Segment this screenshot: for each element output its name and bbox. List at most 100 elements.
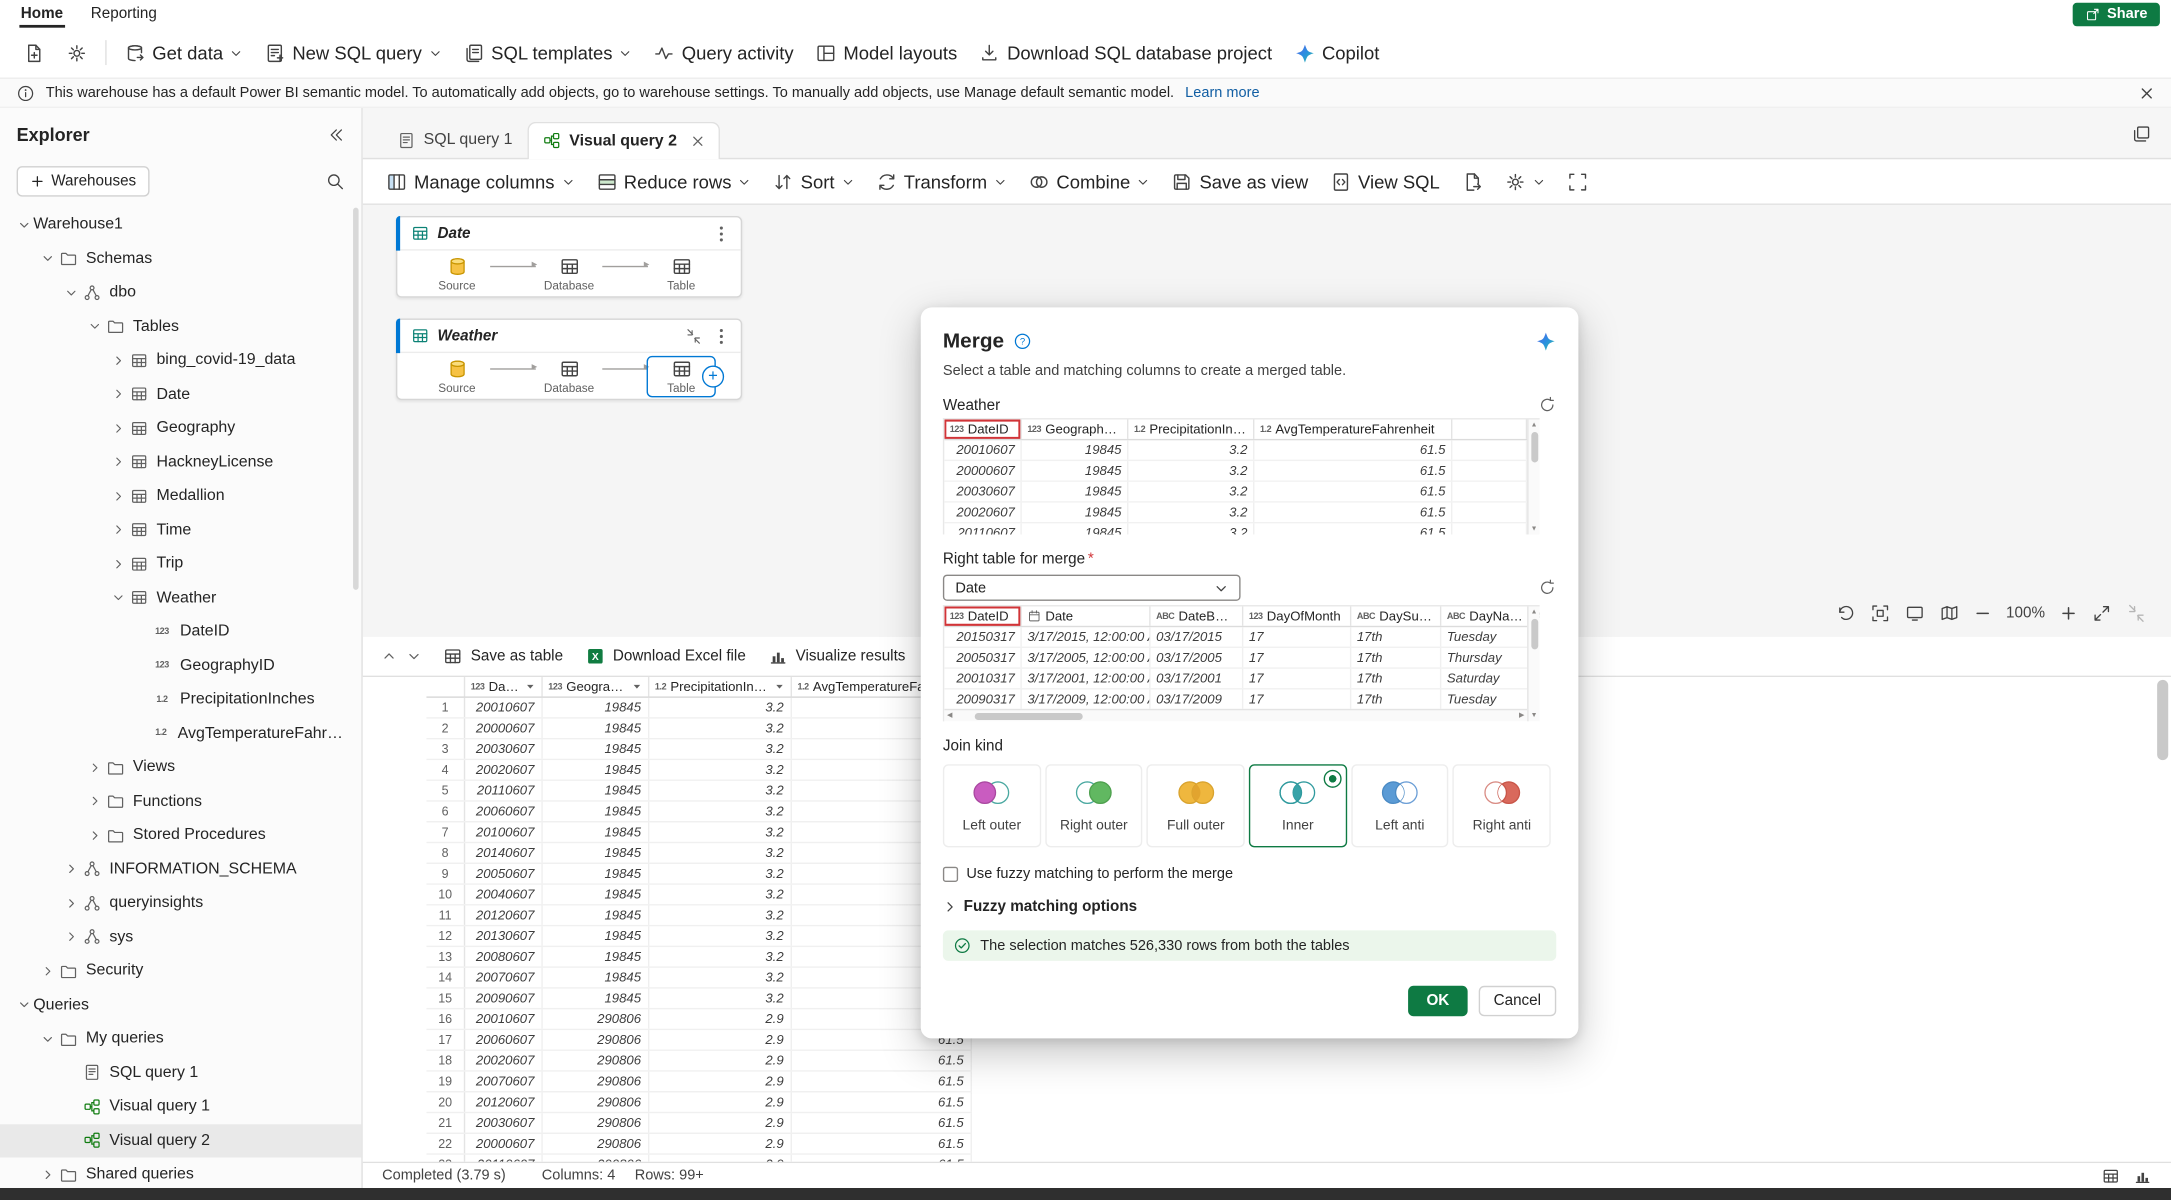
tree-item-precipitationinches[interactable]: 1.2 PrecipitationInches — [0, 683, 361, 717]
join-kind-inner[interactable]: Inner — [1248, 764, 1347, 848]
nav-tab-home[interactable]: Home — [19, 3, 64, 28]
chevron-down-icon[interactable] — [14, 995, 33, 1014]
duplicate-icon[interactable] — [2132, 125, 2151, 144]
sql-templates-button[interactable]: SQL templates — [454, 35, 642, 70]
chevron-right-icon[interactable] — [37, 961, 56, 980]
collapse-results-icon[interactable] — [382, 649, 396, 663]
model-layouts-button[interactable]: Model layouts — [806, 35, 967, 70]
share-button[interactable]: Share — [2072, 2, 2160, 26]
column-header-geographyid[interactable]: 123GeographyID — [1022, 419, 1129, 439]
chevron-down-icon[interactable] — [108, 588, 127, 607]
chevron-right-icon[interactable] — [37, 1165, 56, 1184]
help-icon[interactable]: ? — [1014, 332, 1032, 350]
tree-item-trip[interactable]: Trip — [0, 547, 361, 581]
step-source[interactable]: Source — [425, 255, 489, 291]
checkbox[interactable] — [942, 866, 959, 882]
chevron-down-icon[interactable] — [37, 1029, 56, 1048]
chevron-right-icon[interactable] — [61, 893, 80, 912]
step-source[interactable]: Source — [425, 358, 489, 394]
nav-tab-reporting[interactable]: Reporting — [89, 3, 158, 25]
join-kind-full-outer[interactable]: Full outer — [1146, 764, 1245, 848]
tree-item-queryinsights[interactable]: queryinsights — [0, 886, 361, 920]
collapse-diag-icon[interactable] — [2127, 604, 2146, 623]
query-activity-button[interactable]: Query activity — [644, 35, 803, 70]
tree-item-my-queries[interactable]: My queries — [0, 1022, 361, 1056]
tree-item-warehouse1[interactable]: Warehouse1 — [0, 208, 361, 242]
column-header-daysuffix[interactable]: ABC DaySuffix — [1351, 606, 1442, 626]
column-menu-icon[interactable] — [525, 681, 536, 692]
chevron-right-icon[interactable] — [108, 385, 127, 404]
view-sql-button[interactable]: View SQL — [1321, 164, 1450, 199]
gear-button[interactable] — [1495, 164, 1555, 199]
expand-icon[interactable] — [2092, 604, 2111, 623]
node-menu-icon[interactable] — [713, 327, 730, 344]
reduce-rows-button[interactable]: Reduce rows — [586, 164, 760, 199]
join-kind-right-anti[interactable]: Right anti — [1452, 764, 1551, 848]
export-button[interactable] — [1452, 164, 1492, 199]
collapse-panel-icon[interactable] — [327, 125, 345, 143]
chevron-right-icon[interactable] — [108, 418, 127, 437]
tree-item-schemas[interactable]: Schemas — [0, 242, 361, 276]
add-step-button[interactable]: + — [701, 364, 725, 387]
fit-screen-icon[interactable] — [1905, 604, 1924, 623]
chevron-right-icon[interactable] — [84, 758, 103, 777]
column-header-dateid[interactable]: 123DateID — [944, 419, 1022, 439]
expand-results-icon[interactable] — [407, 649, 421, 663]
chevron-right-icon[interactable] — [61, 927, 80, 946]
tree-item-functions[interactable]: Functions — [0, 784, 361, 818]
chevron-right-icon[interactable] — [84, 826, 103, 845]
tree-item-sys[interactable]: sys — [0, 920, 361, 954]
tree-item-queries[interactable]: Queries — [0, 988, 361, 1022]
chevron-right-icon[interactable] — [108, 452, 127, 471]
step-table[interactable]: Table — [649, 255, 713, 291]
tree-item-time[interactable]: Time — [0, 513, 361, 547]
chart-view-icon[interactable] — [2134, 1166, 2152, 1184]
ok-button[interactable]: OK — [1408, 985, 1468, 1017]
tree-item-geographyid[interactable]: 123 GeographyID — [0, 649, 361, 683]
column-header-dateid[interactable]: 123DateID — [465, 677, 543, 697]
tree-item-avgtemperaturefahrenheit[interactable]: 1.2 AvgTemperatureFahrenheit — [0, 717, 361, 751]
chevron-down-icon[interactable] — [61, 283, 80, 302]
tree-item-weather[interactable]: Weather — [0, 581, 361, 615]
fit-view-icon[interactable] — [1870, 604, 1889, 623]
settings-gear-button[interactable] — [57, 35, 97, 70]
tree-item-information-schema[interactable]: INFORMATION_SCHEMA — [0, 852, 361, 886]
tree-item-stored-procedures[interactable]: Stored Procedures — [0, 818, 361, 852]
chevron-right-icon[interactable] — [108, 554, 127, 573]
chevron-down-icon[interactable] — [14, 215, 33, 234]
query-node-date[interactable]: Date Source Database Table — [395, 215, 743, 298]
chevron-down-icon[interactable] — [84, 317, 103, 336]
banner-close-icon[interactable] — [2139, 85, 2154, 100]
chevron-down-icon[interactable] — [37, 249, 56, 268]
right-table-select[interactable]: Date — [942, 574, 1241, 601]
column-header-date[interactable]: Date — [1022, 606, 1151, 626]
tree-item-security[interactable]: Security — [0, 954, 361, 988]
chevron-right-icon[interactable] — [108, 486, 127, 505]
join-kind-left-outer[interactable]: Left outer — [942, 764, 1041, 848]
column-header-avgtemperaturefahrenheit[interactable]: 1.2AvgTemperatureFahrenheit — [1254, 419, 1453, 439]
node-menu-icon[interactable] — [713, 225, 730, 242]
download-excel-button[interactable]: X Download Excel file — [585, 647, 746, 666]
chevron-right-icon[interactable] — [108, 351, 127, 370]
fuzzy-matching-checkbox[interactable]: Use fuzzy matching to perform the merge — [942, 865, 1556, 882]
column-header-dateid[interactable]: 123DateID — [944, 606, 1022, 626]
column-header-dayofmonth[interactable]: 123 DayOfMonth — [1243, 606, 1352, 626]
transform-button[interactable]: Transform — [866, 164, 1016, 199]
minimap-icon[interactable] — [1940, 604, 1959, 623]
column-header-dayname[interactable]: ABC DayName — [1441, 606, 1532, 626]
new-sql-query-button[interactable]: New SQL query — [255, 35, 451, 70]
chevron-right-icon[interactable] — [61, 859, 80, 878]
visualize-results-button[interactable]: Visualize results — [768, 647, 905, 666]
chevron-right-icon[interactable] — [84, 792, 103, 811]
search-icon[interactable] — [325, 172, 344, 191]
combine-button[interactable]: Combine — [1019, 164, 1159, 199]
tree-item-tables[interactable]: Tables — [0, 309, 361, 343]
collapse-node-icon[interactable] — [685, 327, 702, 344]
preview-hscrollbar[interactable]: ◀ ▶ — [944, 708, 1528, 722]
add-warehouses-button[interactable]: Warehouses — [16, 166, 151, 197]
save-as-table-button[interactable]: Save as table — [443, 647, 563, 666]
explorer-scrollbar[interactable] — [353, 207, 359, 590]
refresh-left-table-icon[interactable] — [1538, 396, 1556, 414]
sort-button[interactable]: Sort — [763, 164, 863, 199]
column-header-geographyid[interactable]: 123GeographyID — [543, 677, 650, 697]
